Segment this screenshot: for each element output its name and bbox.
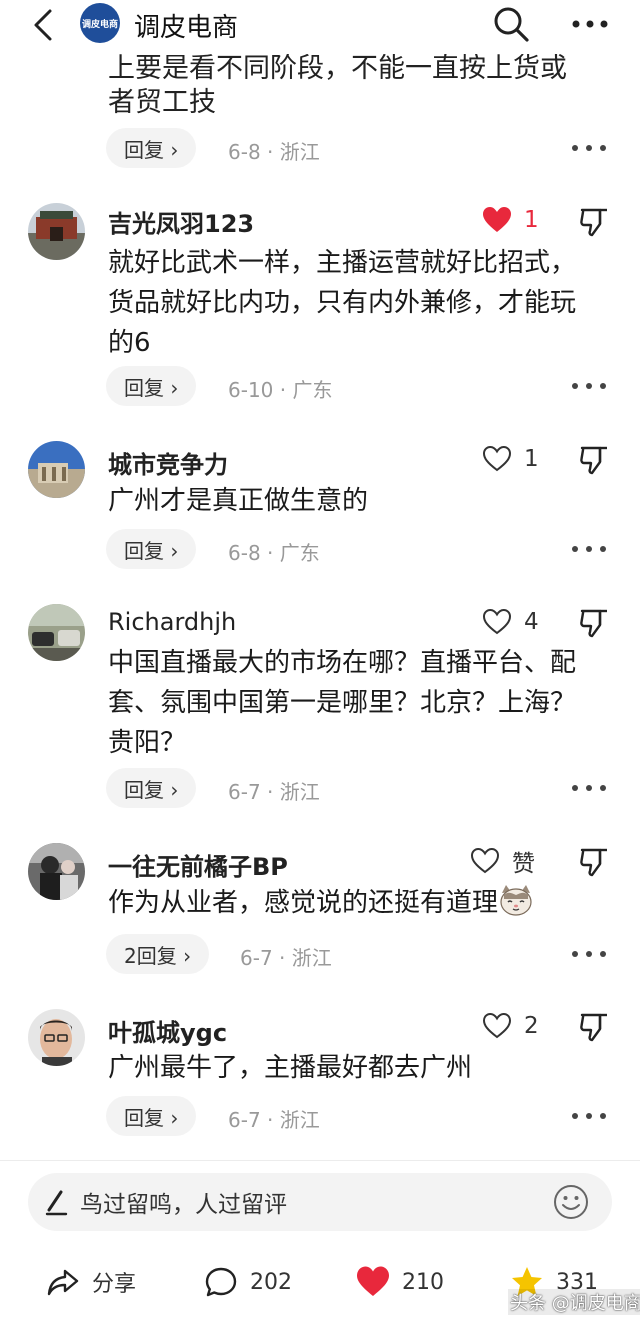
heart-filled-icon — [483, 207, 511, 232]
comments-button[interactable]: 202 — [204, 1262, 292, 1302]
comment-input[interactable]: 鸟过留鸣，人过留评 — [28, 1173, 612, 1231]
commenter-name[interactable]: 一往无前橘子BP — [108, 847, 288, 882]
commenter-name[interactable]: 吉光凤羽123 — [108, 204, 254, 239]
share-label: 分享 — [92, 1272, 137, 1297]
dislike-icon[interactable] — [578, 444, 610, 476]
comment-text-wrap: 作为从业者，感觉说的还挺有道理 — [108, 883, 608, 923]
comment-meta: 6-7 · 浙江 — [228, 1108, 320, 1132]
heart-outline-icon — [482, 445, 512, 472]
commenter-name[interactable]: Richardhjh — [108, 608, 236, 636]
comment-text: 广州最牛了，主播最好都去广州 — [108, 1053, 473, 1083]
like-count: 2 — [524, 1013, 539, 1039]
like-label: 赞 — [512, 851, 535, 877]
like-article-button[interactable]: 210 — [356, 1262, 444, 1302]
comment-input-placeholder: 鸟过留鸣，人过留评 — [80, 1192, 287, 1218]
avatar[interactable] — [28, 203, 85, 260]
more-options-icon[interactable] — [570, 10, 610, 38]
reply-button[interactable]: 2回复 › — [106, 934, 210, 974]
like-count: 1 — [524, 207, 539, 233]
dislike-icon[interactable] — [578, 846, 610, 878]
pen-icon — [45, 1190, 68, 1216]
like-count: 4 — [524, 609, 539, 635]
like-button[interactable]: 1 — [482, 205, 539, 235]
divider — [0, 1160, 640, 1161]
emoji-icon[interactable] — [552, 1183, 590, 1221]
reply-button[interactable]: 回复 › — [106, 366, 197, 406]
like-button[interactable]: 1 — [482, 444, 539, 474]
dislike-icon[interactable] — [578, 1011, 610, 1043]
comment-text: 就好比武术一样，主播运营就好比招式，货品就好比内功，只有内外兼修，才能玩的6 — [108, 248, 577, 358]
comment-text: 作为从业者，感觉说的还挺有道理 — [108, 888, 499, 918]
account-logo[interactable]: 调皮电商 — [80, 3, 120, 43]
commenter-name[interactable]: 叶孤城ygc — [108, 1013, 227, 1048]
comment-meta: 6-7 · 浙江 — [240, 946, 332, 970]
comment-more-icon[interactable] — [572, 1111, 606, 1121]
comment-text-partial-end: 者贸工技 — [108, 87, 216, 118]
reply-button[interactable]: 回复 › — [106, 529, 197, 569]
watermark: 头条 @调皮电商 — [508, 1289, 640, 1315]
heart-outline-icon — [470, 847, 500, 874]
comment-more-icon[interactable] — [572, 783, 606, 793]
comment-meta: 6-8 · 浙江 — [228, 140, 320, 164]
heart-outline-icon — [482, 608, 512, 635]
like-count: 1 — [524, 446, 539, 472]
account-name[interactable]: 调皮电商 — [134, 7, 238, 44]
comment-meta: 6-8 · 广东 — [228, 541, 320, 565]
comments-count: 202 — [250, 1269, 292, 1295]
comment-meta: 6-7 · 浙江 — [228, 780, 320, 804]
like-button[interactable]: 2 — [482, 1011, 539, 1041]
dislike-icon[interactable] — [578, 607, 610, 639]
heart-outline-icon — [482, 1012, 512, 1039]
avatar[interactable] — [28, 1009, 85, 1066]
comment-bubble-icon — [205, 1267, 237, 1297]
reply-button[interactable]: 回复 › — [106, 1096, 197, 1136]
avatar[interactable] — [28, 604, 85, 661]
heart-filled-icon — [357, 1266, 389, 1296]
reply-button[interactable]: 回复 › — [106, 768, 197, 808]
back-arrow-icon[interactable] — [28, 8, 58, 42]
reply-button[interactable]: 回复 › — [106, 128, 197, 168]
cat-emoji-icon — [500, 885, 532, 916]
comment-more-icon[interactable] — [572, 143, 606, 153]
top-bar: 调皮电商 调皮电商 — [0, 0, 640, 50]
likes-count: 210 — [402, 1269, 444, 1295]
avatar[interactable] — [28, 441, 85, 498]
comment-more-icon[interactable] — [572, 544, 606, 554]
comment-more-icon[interactable] — [572, 949, 606, 959]
comment-meta: 6-10 · 广东 — [228, 378, 333, 402]
comment-text: 中国直播最大的市场在哪？直播平台、配套、氛围中国第一是哪里？北京？上海？贵阳？ — [108, 648, 577, 758]
dislike-icon[interactable] — [578, 206, 610, 238]
commenter-name[interactable]: 城市竞争力 — [108, 445, 228, 480]
share-button[interactable]: 分享 — [46, 1262, 136, 1302]
search-icon[interactable] — [492, 5, 530, 43]
avatar[interactable] — [28, 843, 85, 900]
share-icon — [47, 1269, 79, 1296]
comment-more-icon[interactable] — [572, 381, 606, 391]
like-button[interactable]: 4 — [482, 607, 539, 637]
like-button[interactable]: 赞 — [470, 846, 535, 877]
comment-text: 广州才是真正做生意的 — [108, 486, 369, 516]
